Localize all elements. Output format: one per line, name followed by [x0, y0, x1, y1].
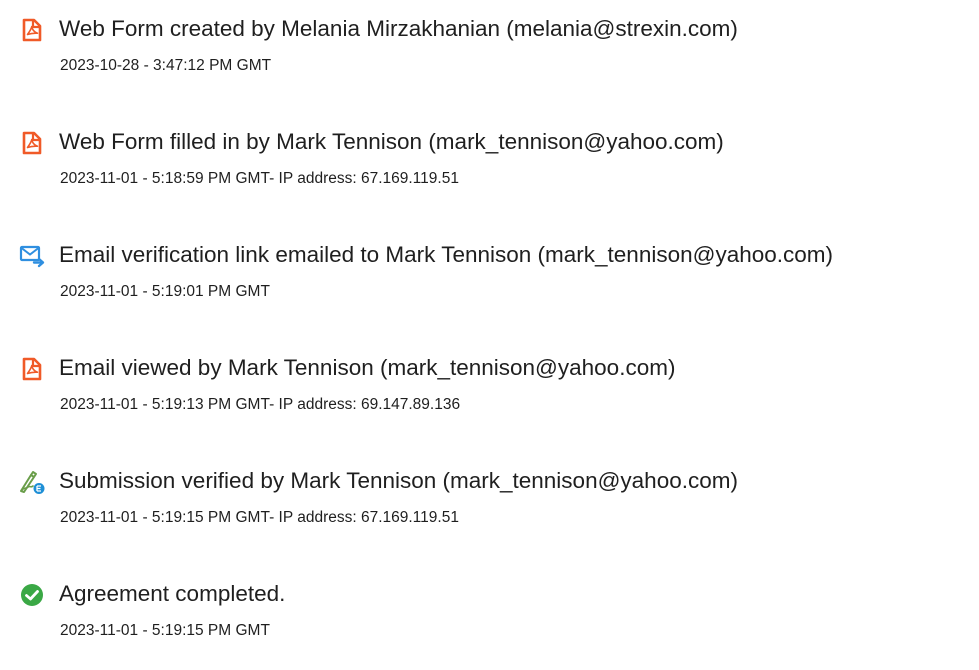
- event-timestamp: 2023-10-28 - 3:47:12 PM GMT: [60, 57, 272, 74]
- event-timestamp: 2023-11-01 - 5:18:59 PM GMT- IP address:…: [60, 170, 459, 187]
- signature-verified-icon: [19, 469, 45, 495]
- check-circle-icon: [19, 582, 45, 608]
- event-title: Submission verified by Mark Tennison (ma…: [59, 468, 738, 493]
- audit-event-email-viewed: Email viewed by Mark Tennison (mark_tenn…: [0, 354, 979, 444]
- event-title: Email viewed by Mark Tennison (mark_tenn…: [59, 355, 676, 380]
- event-title: Agreement completed.: [59, 581, 286, 606]
- event-title: Web Form created by Melania Mirzakhanian…: [59, 16, 738, 41]
- event-timestamp: 2023-11-01 - 5:19:01 PM GMT: [60, 283, 270, 300]
- audit-trail: { "colors": { "pdf_icon": "#f05a28", "em…: [0, 0, 979, 651]
- audit-event-form-created: Web Form created by Melania Mirzakhanian…: [0, 15, 979, 105]
- event-timestamp: 2023-11-01 - 5:19:15 PM GMT- IP address:…: [60, 509, 459, 526]
- pdf-document-icon: [19, 130, 45, 156]
- event-title: Web Form filled in by Mark Tennison (mar…: [59, 129, 724, 154]
- pdf-document-icon: [19, 17, 45, 43]
- event-timestamp: 2023-11-01 - 5:19:13 PM GMT- IP address:…: [60, 396, 461, 413]
- audit-event-form-filled: Web Form filled in by Mark Tennison (mar…: [0, 128, 979, 218]
- event-title: Email verification link emailed to Mark …: [59, 242, 834, 267]
- email-send-icon: [19, 243, 45, 269]
- audit-event-submission-verified: Submission verified by Mark Tennison (ma…: [0, 467, 979, 557]
- event-timestamp: 2023-11-01 - 5:19:15 PM GMT: [60, 622, 270, 639]
- audit-event-agreement-completed: Agreement completed. 2023-11-01 - 5:19:1…: [0, 580, 979, 670]
- pdf-document-icon: [19, 356, 45, 382]
- audit-event-email-sent: Email verification link emailed to Mark …: [0, 241, 979, 331]
